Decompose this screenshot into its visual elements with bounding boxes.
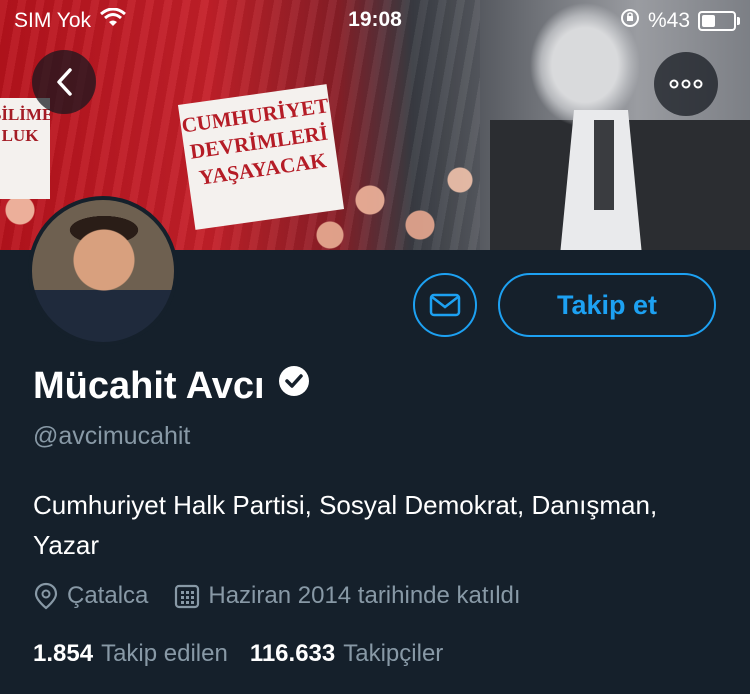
status-right: %43 xyxy=(620,8,740,34)
location-text: Çatalca xyxy=(67,582,149,609)
banner-sign: CUMHURİYET DEVRİMLERİ YAŞAYACAK xyxy=(177,84,345,230)
followers-count: 116.633 xyxy=(249,640,336,667)
following-label: Takip edilen xyxy=(101,640,228,667)
more-options-button[interactable] xyxy=(654,52,718,116)
profile-stats: 1.854 Takip edilen 116.633 Takipçiler xyxy=(33,640,443,668)
back-button[interactable] xyxy=(32,50,96,114)
ellipsis-icon xyxy=(669,79,703,89)
envelope-icon xyxy=(429,293,461,317)
message-button[interactable] xyxy=(413,273,477,337)
battery-percent: %43 xyxy=(647,9,690,32)
follow-button[interactable]: Takip et xyxy=(498,273,716,337)
profile-name: Mücahit Avcı xyxy=(33,364,265,407)
following-stat[interactable]: 1.854 Takip edilen xyxy=(33,640,228,668)
banner-sign-left: BİLİME LUK xyxy=(0,98,53,199)
status-bar: SIM Yok 19:08 %43 xyxy=(0,0,750,40)
joined-text: Haziran 2014 tarihinde katıldı xyxy=(208,582,521,609)
profile-meta: Çatalca Haziran 2014 tarihinde katıldı xyxy=(33,582,521,610)
banner-tie xyxy=(594,120,614,210)
followers-stat[interactable]: 116.633 Takipçiler xyxy=(250,640,443,668)
battery-fill xyxy=(702,15,715,27)
avatar[interactable] xyxy=(28,196,178,346)
location-item: Çatalca xyxy=(33,582,148,610)
following-count: 1.854 xyxy=(33,640,94,667)
rotation-lock-icon xyxy=(620,8,640,34)
joined-item: Haziran 2014 tarihinde katıldı xyxy=(174,582,521,610)
profile-bio: Cumhuriyet Halk Partisi, Sosyal Demokrat… xyxy=(33,490,658,560)
profile-name-row: Mücahit Avcı xyxy=(33,364,311,408)
location-pin-icon xyxy=(34,582,58,610)
calendar-icon xyxy=(175,584,200,609)
profile-handle: @avcimucahit xyxy=(33,422,191,450)
chevron-left-icon xyxy=(57,68,72,96)
verified-badge-icon xyxy=(277,364,311,408)
battery-icon xyxy=(698,11,740,31)
followers-label: Takipçiler xyxy=(343,640,444,667)
